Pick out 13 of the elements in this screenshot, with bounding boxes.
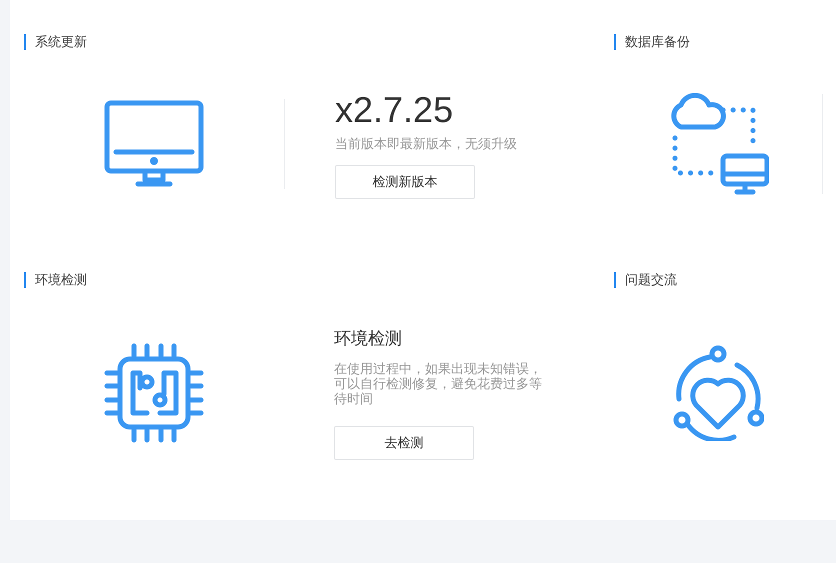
action-button[interactable]: 去检测 — [334, 426, 474, 460]
heart-network-icon — [672, 345, 764, 441]
description: 当前版本即最新版本，无须升级 — [335, 136, 518, 150]
section-title: 系统更新 — [24, 34, 614, 50]
action-button[interactable]: 检测新版本 — [335, 164, 475, 198]
section-heading: 环境检测 — [334, 328, 403, 350]
section-title: 环境检测 — [24, 272, 614, 288]
section-heading: x2.7.25 — [335, 90, 454, 130]
chip-icon — [104, 343, 204, 443]
section-title: 数据库备份 — [614, 34, 836, 50]
monitor-icon — [104, 100, 204, 188]
section-title: 问题交流 — [614, 272, 836, 288]
description: 在使用过程中，如果出现未知错误，可以自行检测修复，避免花费过多等待时间 — [334, 360, 543, 406]
